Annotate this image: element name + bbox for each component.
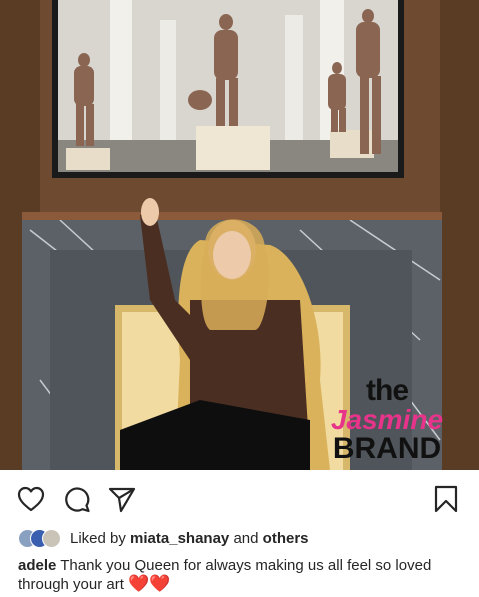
like-button[interactable] xyxy=(16,484,46,514)
heart-icon xyxy=(17,486,45,512)
likes-prefix: Liked by xyxy=(70,529,126,547)
post-caption: adele Thank you Queen for always making … xyxy=(18,557,468,594)
post-photo[interactable]: the Jasmine BRAND xyxy=(0,0,479,470)
share-button[interactable] xyxy=(107,484,137,514)
watermark-line-1: the xyxy=(366,374,409,407)
save-button[interactable] xyxy=(431,484,461,514)
post-action-bar xyxy=(0,470,479,526)
heart-emoji: ❤️❤️ xyxy=(128,574,171,593)
watermark-line-2: Jasmine xyxy=(330,404,444,435)
watermark-line-3: BRAND xyxy=(332,432,442,465)
avatar xyxy=(42,529,61,548)
bookmark-icon xyxy=(434,485,458,513)
comment-button[interactable] xyxy=(62,484,92,514)
paper-plane-icon xyxy=(108,487,136,513)
likes-others-link[interactable]: others xyxy=(263,530,309,547)
caption-text: Thank you Queen for always making us all… xyxy=(18,557,432,593)
caption-username-link[interactable]: adele xyxy=(18,557,56,574)
likes-summary: Liked by miata_shanay and others xyxy=(18,528,309,548)
liker-username-link[interactable]: miata_shanay xyxy=(130,530,229,547)
liker-avatars[interactable] xyxy=(18,528,64,548)
comment-bubble-icon xyxy=(65,487,90,513)
likes-joiner: and xyxy=(233,529,259,547)
jasmine-brand-watermark: the Jasmine BRAND xyxy=(317,376,457,466)
